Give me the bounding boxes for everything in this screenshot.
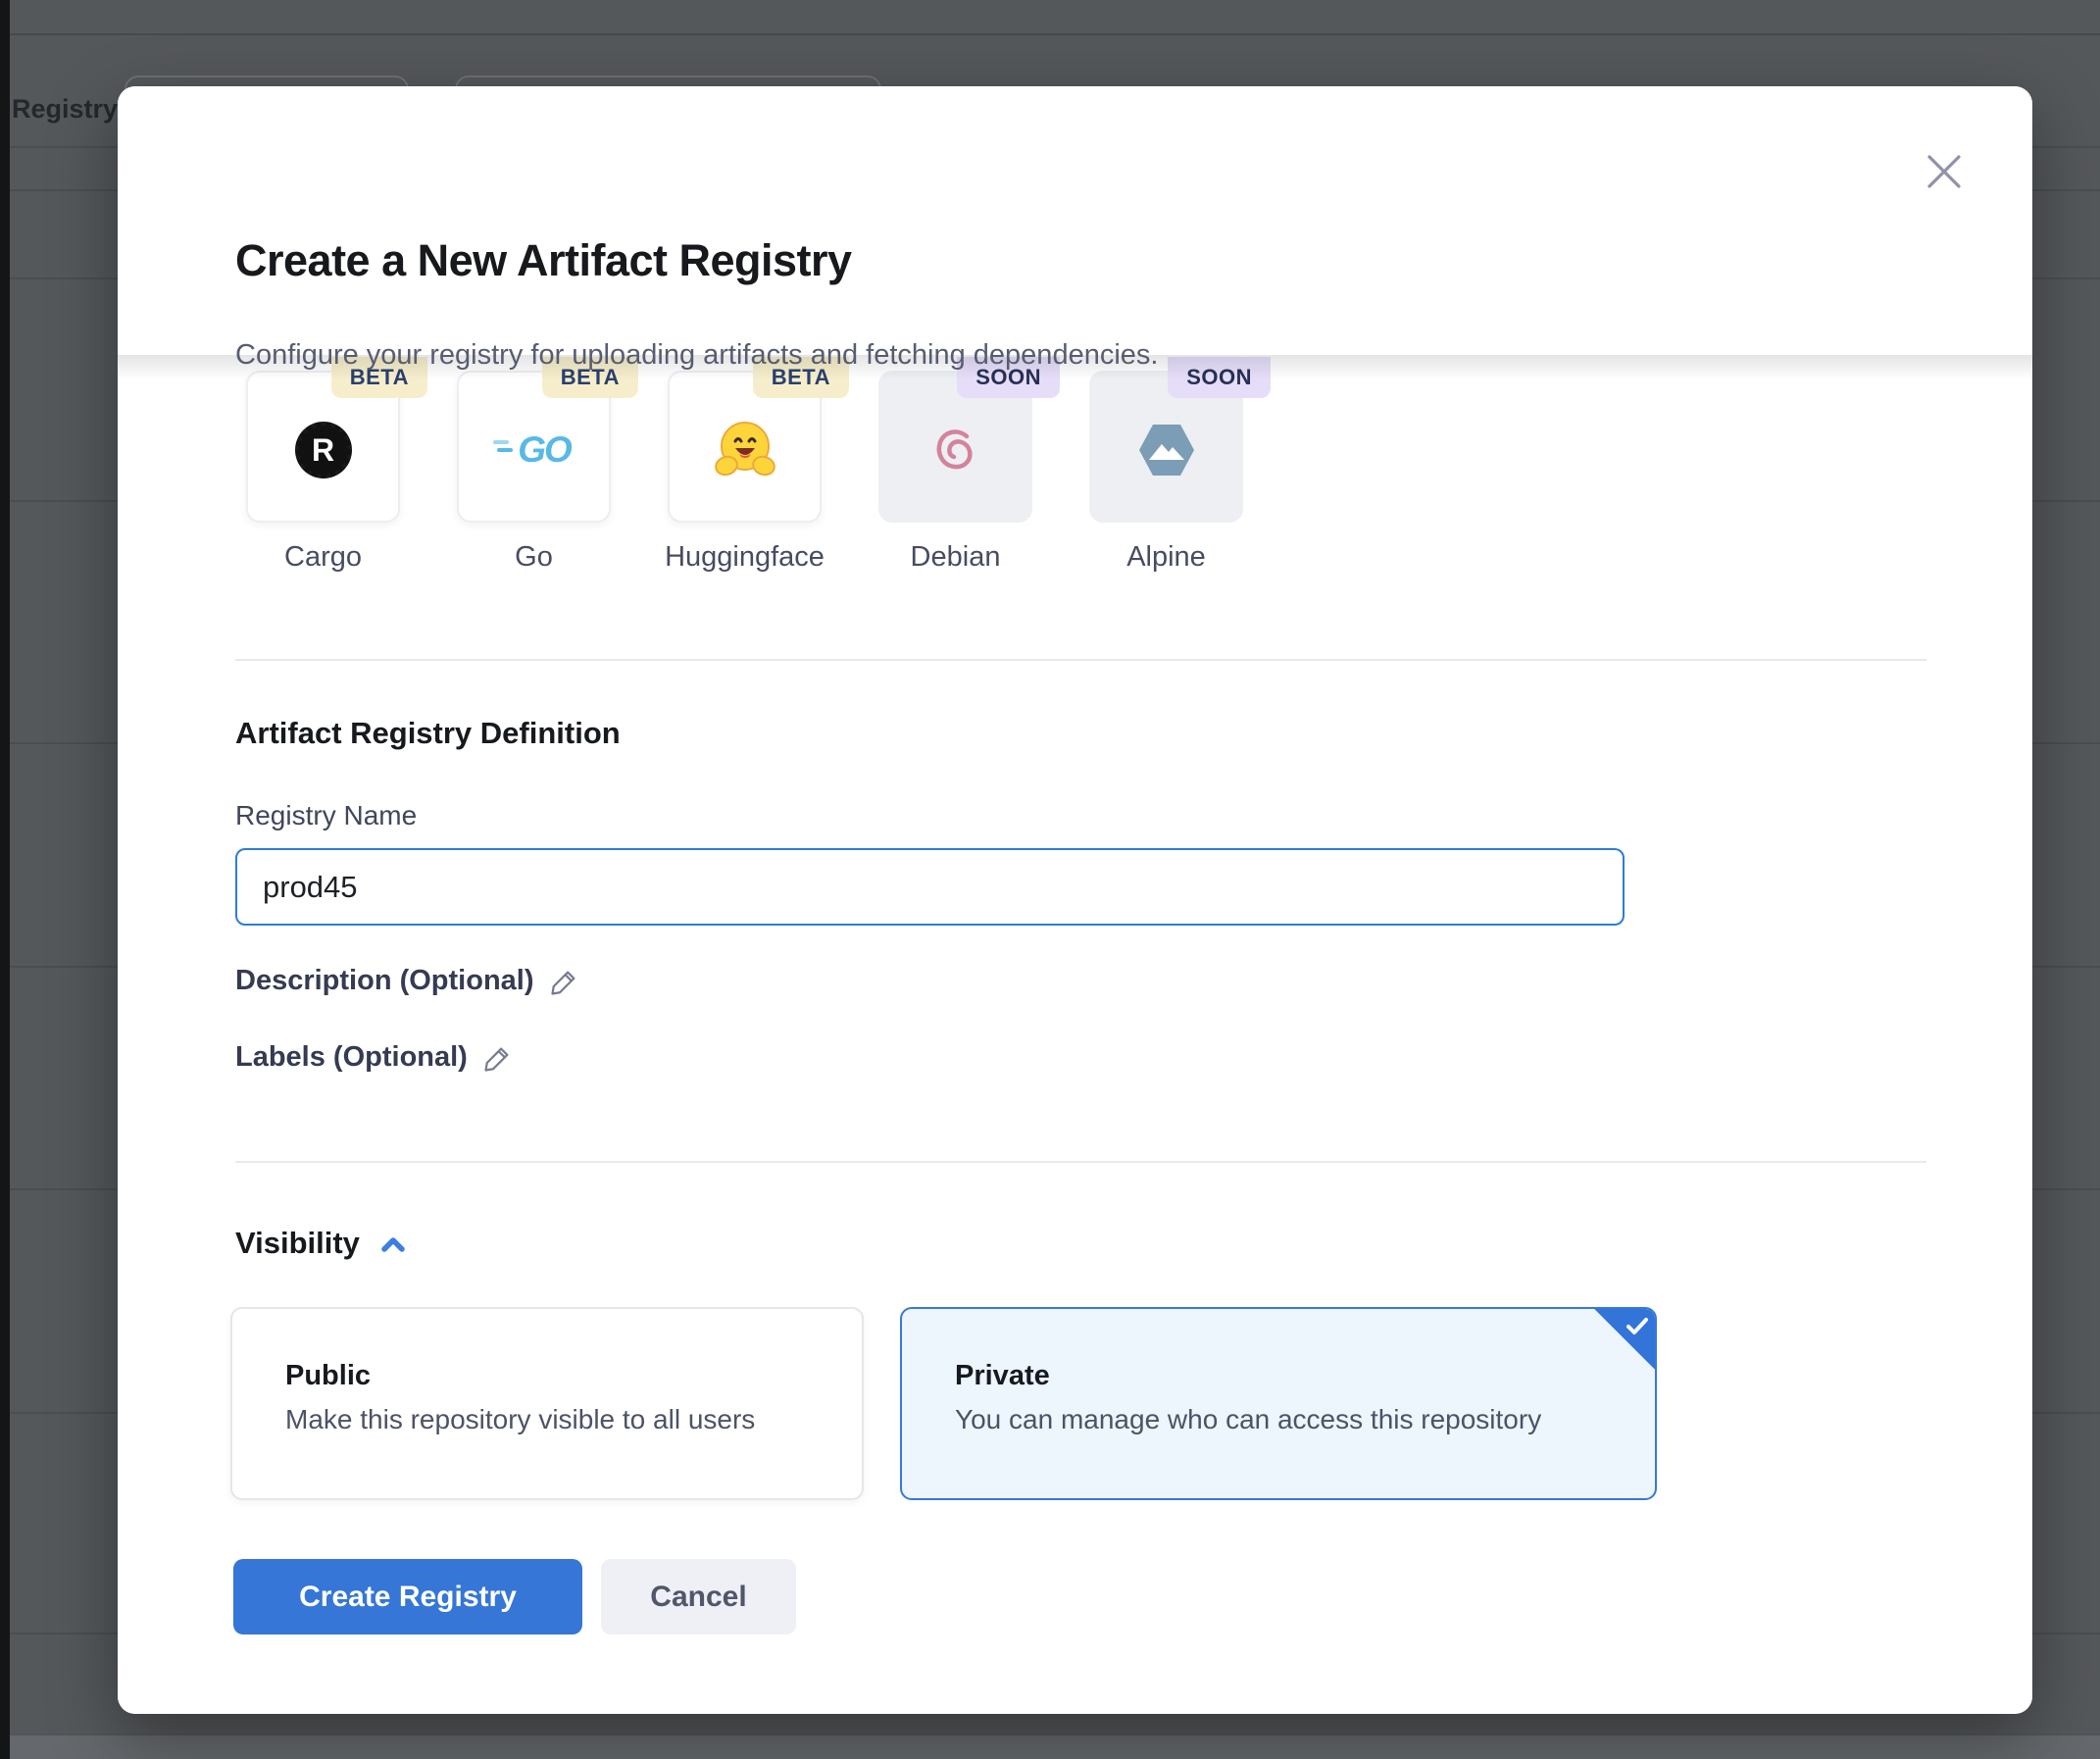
package-card-huggingface[interactable]: BETA Huggingface xyxy=(668,371,822,523)
chevron-up-icon[interactable] xyxy=(379,1234,407,1256)
go-icon: GO xyxy=(496,412,573,488)
selected-check-icon xyxy=(1593,1308,1656,1371)
private-option-description: You can manage who can access this repos… xyxy=(955,1404,1541,1435)
visibility-heading: Visibility xyxy=(235,1226,360,1261)
package-label: Alpine xyxy=(1049,541,1283,574)
definition-heading: Artifact Registry Definition xyxy=(235,716,621,751)
public-option-title: Public xyxy=(285,1360,371,1392)
modal-content: BETA R Cargo BETA GO Go BETA xyxy=(118,355,2032,1714)
visibility-heading-row: Visibility xyxy=(235,1226,407,1261)
package-label: Debian xyxy=(838,541,1073,574)
debian-icon xyxy=(918,412,994,488)
huggingface-icon xyxy=(707,412,783,488)
close-icon xyxy=(1922,149,1967,194)
description-label: Description (Optional) xyxy=(235,965,534,997)
modal-header: Create a New Artifact Registry Configure… xyxy=(118,86,2032,355)
background-bottom-bar xyxy=(10,1734,2100,1759)
alpine-icon xyxy=(1128,412,1205,488)
private-option-title: Private xyxy=(955,1360,1050,1392)
edit-labels-icon[interactable] xyxy=(483,1043,513,1073)
visibility-option-public[interactable]: Public Make this repository visible to a… xyxy=(230,1307,864,1500)
modal-subtitle: Configure your registry for uploading ar… xyxy=(235,339,1158,372)
soon-badge: SOON xyxy=(1168,357,1271,398)
visibility-option-private[interactable]: Private You can manage who can access th… xyxy=(900,1307,1657,1500)
package-label: Cargo xyxy=(206,541,440,574)
modal-title: Create a New Artifact Registry xyxy=(235,235,852,286)
section-divider xyxy=(235,1161,1926,1163)
public-option-description: Make this repository visible to all user… xyxy=(285,1404,755,1435)
edit-description-icon[interactable] xyxy=(550,967,579,996)
app-root: Registry Create a New Artifact Registry … xyxy=(0,0,2100,1759)
description-optional-row: Description (Optional) xyxy=(235,965,579,997)
background-divider xyxy=(10,33,2100,35)
package-label: Go xyxy=(417,541,651,574)
background-registry-label: Registry xyxy=(12,94,118,125)
package-card-alpine: SOON Alpine xyxy=(1089,371,1243,523)
create-registry-modal: Create a New Artifact Registry Configure… xyxy=(118,86,2032,1714)
cancel-button[interactable]: Cancel xyxy=(601,1559,796,1634)
package-card-go[interactable]: BETA GO Go xyxy=(457,371,611,523)
labels-optional-row: Labels (Optional) xyxy=(235,1041,513,1074)
close-button[interactable] xyxy=(1920,147,1969,196)
background-sidebar-edge xyxy=(0,0,10,1759)
labels-label: Labels (Optional) xyxy=(235,1041,468,1074)
registry-name-label: Registry Name xyxy=(235,800,417,831)
section-divider xyxy=(235,659,1926,661)
package-card-cargo[interactable]: BETA R Cargo xyxy=(246,371,400,523)
create-registry-button[interactable]: Create Registry xyxy=(233,1559,582,1634)
package-card-debian: SOON Debian xyxy=(878,371,1032,523)
rust-cargo-icon: R xyxy=(285,412,362,488)
package-label: Huggingface xyxy=(627,541,862,574)
registry-name-input[interactable] xyxy=(235,848,1625,926)
